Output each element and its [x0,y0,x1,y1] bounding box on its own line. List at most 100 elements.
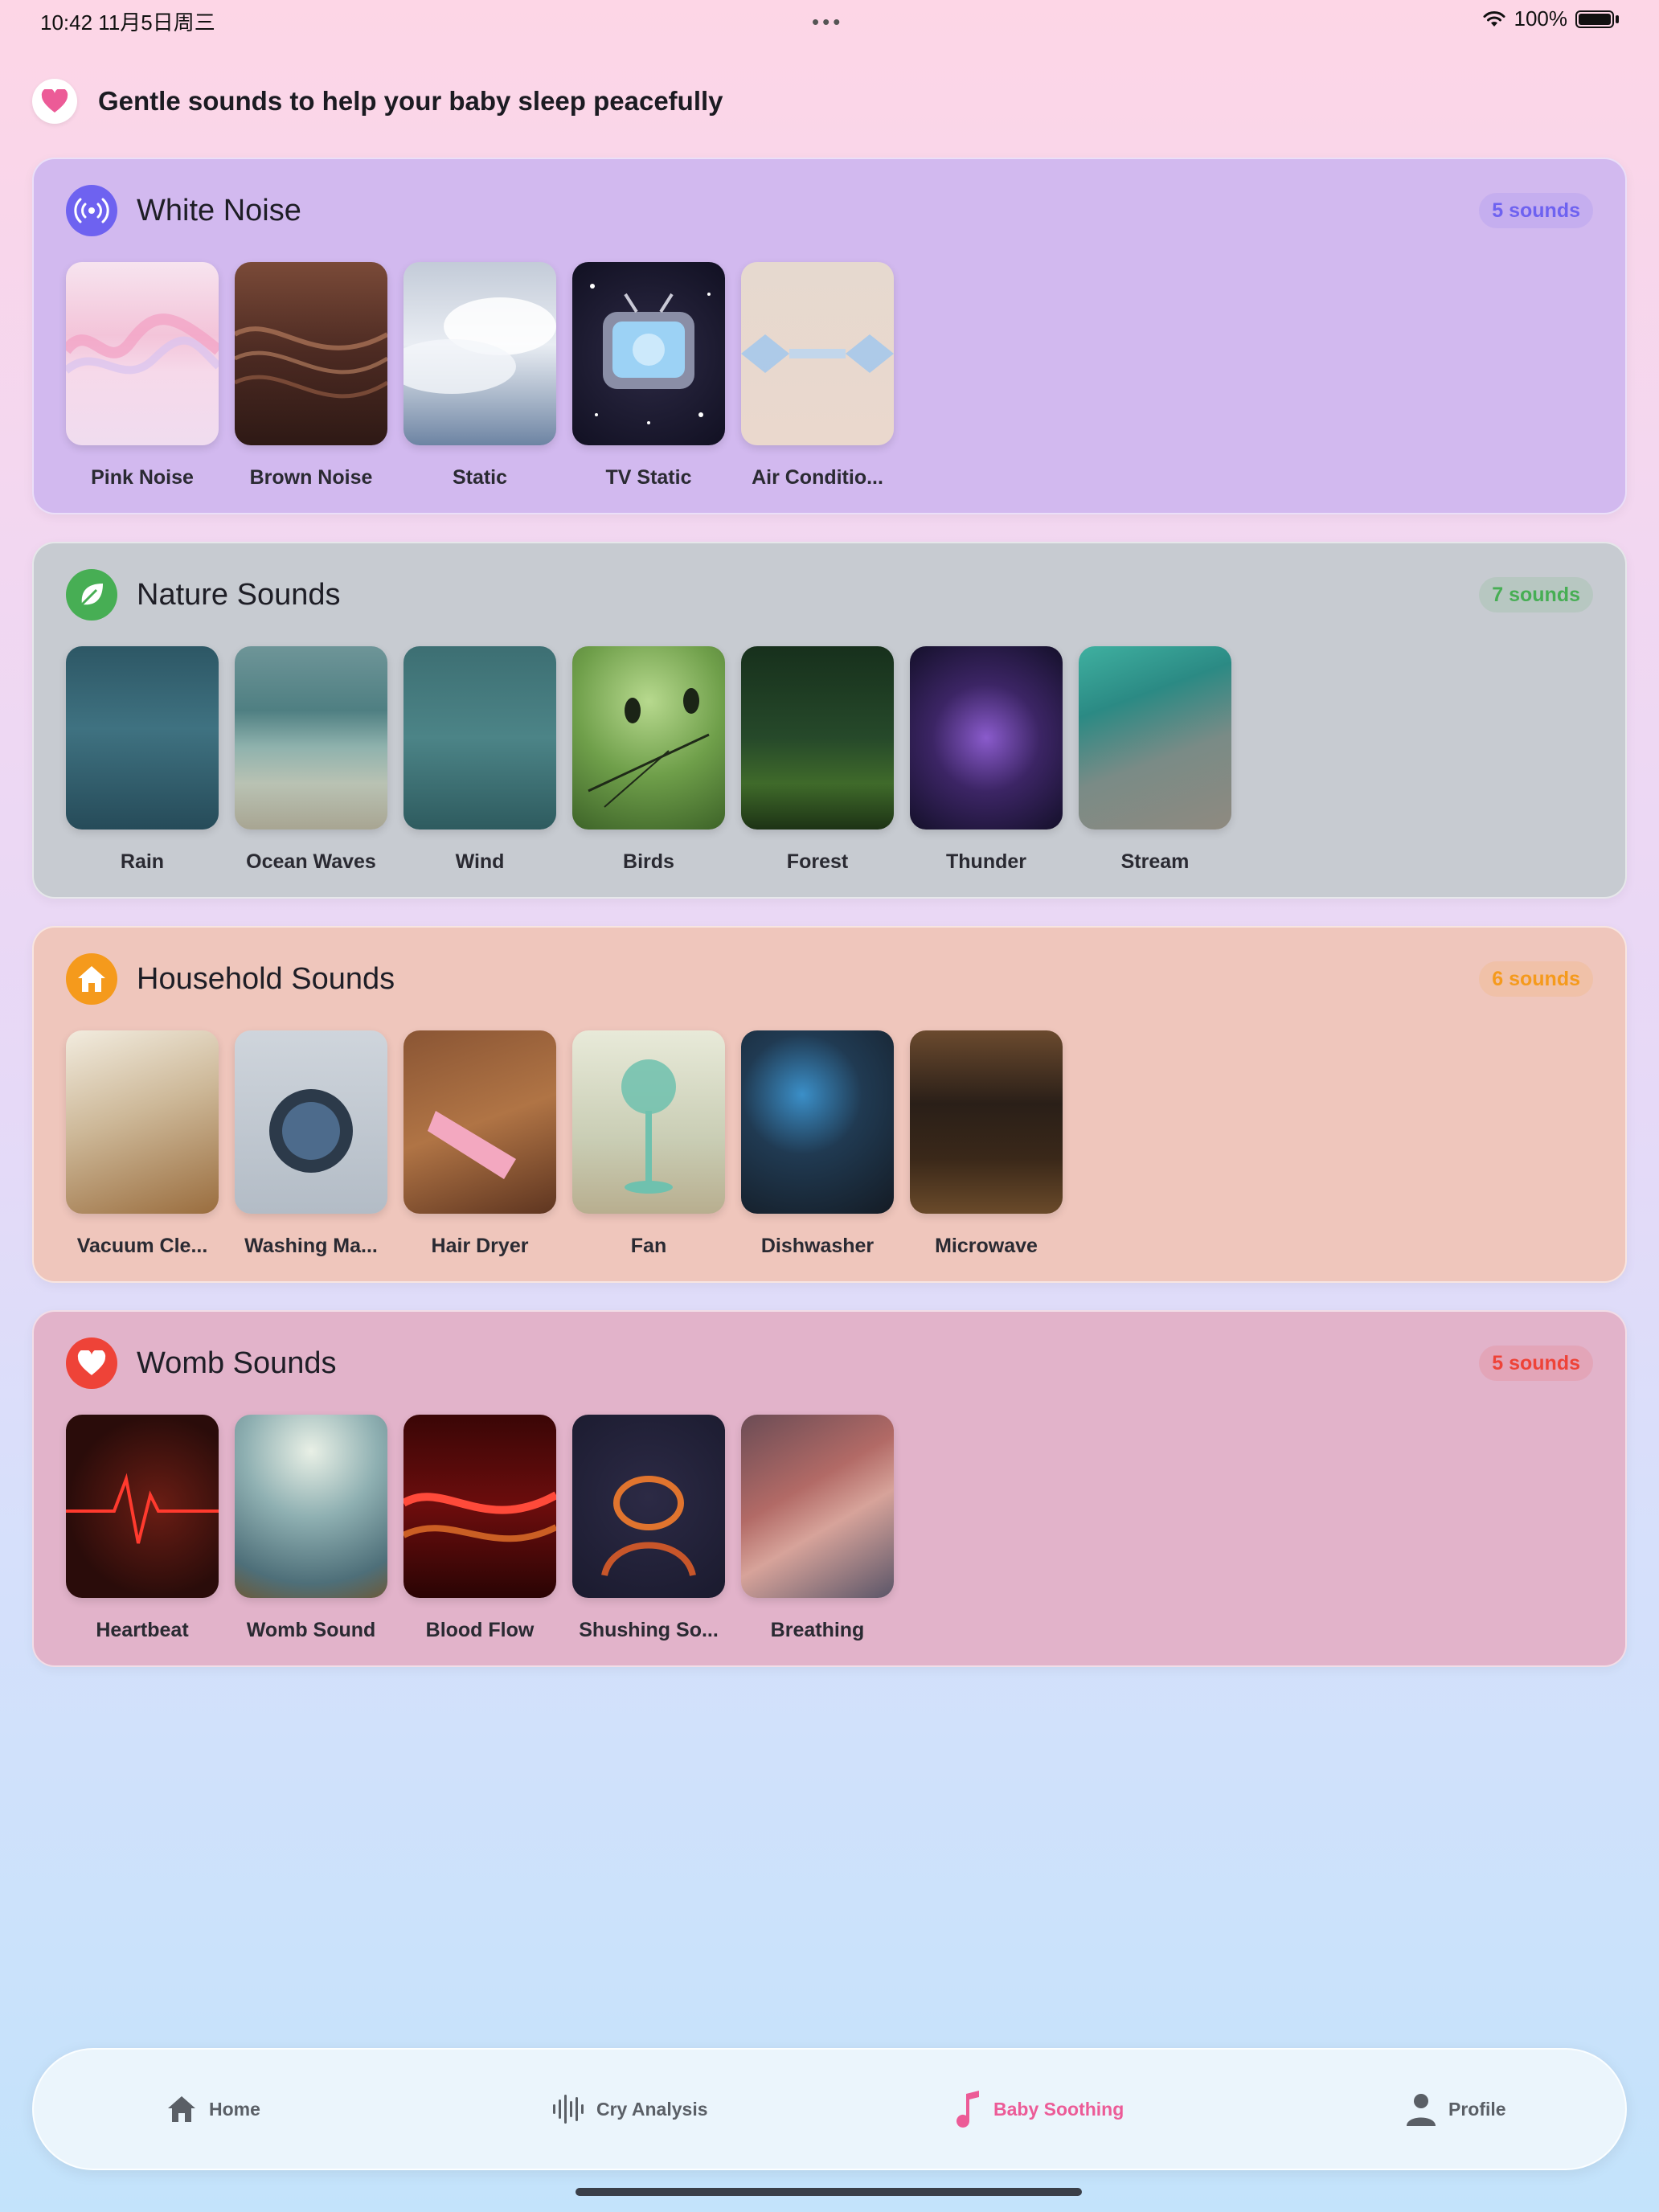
multitasking-dots-icon[interactable]: ••• [812,10,843,35]
sound-label: Ocean Waves [246,850,376,873]
sound-label: Breathing [770,1619,865,1641]
sound-thumbnail [741,262,894,445]
sound-label: Hair Dryer [431,1235,529,1257]
tab-home[interactable]: Home [166,2050,260,2169]
sound-tile-hair-dryer[interactable]: Hair Dryer [403,1030,556,1258]
sound-tile-breathing[interactable]: Breathing [741,1415,894,1642]
home-indicator[interactable] [576,2188,1082,2196]
category-title: Nature Sounds [137,577,341,612]
sound-label: Brown Noise [249,466,373,489]
battery-icon [1575,10,1614,28]
wifi-icon [1483,10,1505,27]
sound-thumbnail [741,1415,894,1598]
sound-count-badge: 7 sounds [1479,577,1593,612]
battery-percent: 100% [1514,6,1568,31]
sound-thumbnail [66,1415,219,1598]
sound-tile-air-conditioner[interactable]: Air Conditio... [741,262,894,490]
sound-thumbnail [66,646,219,830]
sound-label: Microwave [935,1235,1038,1257]
heart-icon [32,79,77,124]
sound-label: Rain [120,850,165,873]
sound-thumbnail [403,1030,556,1214]
sound-thumbnail [403,1415,556,1598]
sound-tile-dishwasher[interactable]: Dishwasher [741,1030,894,1258]
sound-label: Air Conditio... [752,466,883,489]
sound-thumbnail [741,1030,894,1214]
sound-tile-ocean-waves[interactable]: Ocean Waves [235,646,387,874]
category-title: Household Sounds [137,961,395,996]
sound-thumbnail [66,1030,219,1214]
sound-label: Blood Flow [425,1619,535,1641]
sound-tile-rain[interactable]: Rain [66,646,219,874]
home-icon [168,2096,195,2122]
category-title: White Noise [137,193,301,227]
sound-label: Vacuum Cle... [76,1235,208,1257]
broadcast-icon [66,185,117,236]
tab-profile[interactable]: Profile [1405,2050,1506,2169]
sound-label: Wind [455,850,505,873]
music-note-icon [956,2091,979,2128]
sound-tile-forest[interactable]: Forest [741,646,894,874]
sound-thumbnail [572,646,725,830]
sound-tile-blood-flow[interactable]: Blood Flow [403,1415,556,1642]
status-bar: 10:42 11月5日周三 ••• 100% [0,0,1659,39]
sound-thumbnail [235,1415,387,1598]
tab-cry-analysis[interactable]: Cry Analysis [551,2050,708,2169]
sound-thumbnail [741,646,894,830]
sound-tile-pink-noise[interactable]: Pink Noise [66,262,219,490]
sound-thumbnail [403,262,556,445]
sound-label: Stream [1120,850,1190,873]
sound-tile-fan[interactable]: Fan [572,1030,725,1258]
bottom-tab-bar: Home Cry Analysis Baby Soothing Profile [32,2048,1627,2170]
tab-label: Baby Soothing [993,2098,1124,2120]
sound-label: Fan [630,1235,667,1257]
sound-label: Pink Noise [91,466,194,489]
sound-tile-thunder[interactable]: Thunder [910,646,1063,874]
sound-tile-static[interactable]: Static [403,262,556,490]
sound-thumbnail [66,262,219,445]
sound-thumbnail [235,1030,387,1214]
tab-label: Home [209,2098,260,2120]
sound-count-badge: 5 sounds [1479,193,1593,228]
sound-label: Heartbeat [96,1619,189,1641]
sound-tile-vacuum-cleaner[interactable]: Vacuum Cle... [66,1030,219,1258]
category-card-nature-sounds: Nature Sounds 7 sounds Rain Ocean Waves … [32,542,1627,899]
heart-icon [66,1337,117,1389]
category-title: Womb Sounds [137,1346,337,1380]
sound-tile-wind[interactable]: Wind [403,646,556,874]
sound-thumbnail [910,1030,1063,1214]
sound-label: Birds [623,850,674,873]
sound-tile-stream[interactable]: Stream [1079,646,1231,874]
sound-tile-microwave[interactable]: Microwave [910,1030,1063,1258]
waveform-icon [553,2095,584,2124]
sound-thumbnail [572,1415,725,1598]
sound-label: Forest [786,850,849,873]
sound-label: Dishwasher [760,1235,875,1257]
page-header: Gentle sounds to help your baby sleep pe… [32,79,723,124]
sound-tile-birds[interactable]: Birds [572,646,725,874]
category-card-womb-sounds: Womb Sounds 5 sounds Heartbeat Womb Soun… [32,1310,1627,1667]
sound-thumbnail [235,262,387,445]
sound-label: Shushing So... [579,1619,719,1641]
sound-label: Thunder [946,850,1026,873]
sound-label: Washing Ma... [244,1235,378,1257]
sound-label: Static [452,466,508,489]
tab-baby-soothing[interactable]: Baby Soothing [955,2050,1124,2169]
sound-thumbnail [1079,646,1231,830]
sound-tile-tv-static[interactable]: TV Static [572,262,725,490]
status-time: 10:42 11月5日周三 [40,10,215,35]
sound-tile-washing-machine[interactable]: Washing Ma... [235,1030,387,1258]
house-icon [66,953,117,1005]
sound-tile-womb-sound[interactable]: Womb Sound [235,1415,387,1642]
sound-tile-shushing-sound[interactable]: Shushing So... [572,1415,725,1642]
category-card-household-sounds: Household Sounds 6 sounds Vacuum Cle... … [32,926,1627,1283]
sound-tile-heartbeat[interactable]: Heartbeat [66,1415,219,1642]
tab-label: Cry Analysis [596,2098,708,2120]
sound-tile-brown-noise[interactable]: Brown Noise [235,262,387,490]
sound-count-badge: 6 sounds [1479,961,1593,997]
status-right: 100% [1482,6,1619,31]
category-card-white-noise: White Noise 5 sounds Pink Noise Brown No… [32,158,1627,514]
leaf-icon [66,569,117,621]
sound-label: Womb Sound [246,1619,376,1641]
sound-count-badge: 5 sounds [1479,1346,1593,1381]
